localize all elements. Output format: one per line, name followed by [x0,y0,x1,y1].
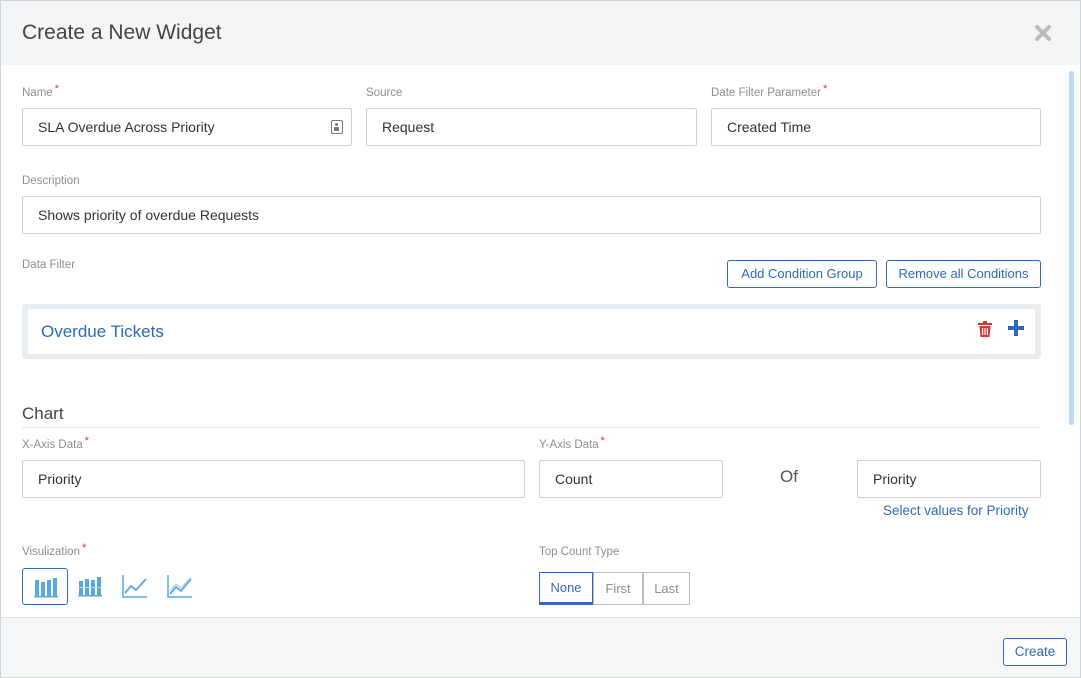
dialog-header: Create a New Widget [1,1,1080,65]
source-label: Source [366,87,403,99]
description-field[interactable]: Shows priority of overdue Requests [22,196,1041,234]
source-field[interactable]: Request [366,108,697,146]
description-label: Description [22,175,80,187]
date-filter-value: Created Time [727,119,812,135]
chart-section-title: Chart [22,404,64,423]
top-count-first-option[interactable]: First [593,572,643,605]
bar-chart-button[interactable] [22,568,68,605]
remove-all-conditions-button[interactable]: Remove all Conditions [886,260,1041,288]
name-value: SLA Overdue Across Priority [38,119,215,135]
close-icon[interactable] [1032,22,1054,44]
section-divider [22,427,1041,428]
y-axis-of-value: Priority [873,471,917,487]
x-axis-value: Priority [38,471,82,487]
create-widget-dialog: Create a New Widget Name * SLA Overdue Ac… [0,0,1081,678]
date-filter-field[interactable]: Created Time [711,108,1041,146]
condition-group-title[interactable]: Overdue Tickets [41,322,164,342]
required-marker: * [54,83,59,95]
dialog-title: Create a New Widget [22,21,222,44]
scrollbar[interactable] [1069,71,1074,425]
line-chart-icon [122,575,147,598]
dialog-footer: Create [1,617,1080,677]
source-value: Request [382,119,435,135]
trash-icon[interactable] [978,321,992,337]
add-condition-group-button[interactable]: Add Condition Group [727,260,877,288]
area-line-chart-icon [167,575,192,598]
y-axis-of-field[interactable]: Priority [857,460,1041,498]
x-axis-field[interactable]: Priority [22,460,525,498]
condition-group-panel: Overdue Tickets [28,309,1035,354]
y-axis-label: Y-Axis Data * [539,435,605,451]
y-axis-field[interactable]: Count [539,460,723,498]
name-field[interactable]: SLA Overdue Across Priority [22,108,352,146]
condition-group: Overdue Tickets [22,304,1041,359]
stacked-bar-chart-icon [78,577,102,597]
top-count-last-option[interactable]: Last [643,572,690,605]
bar-chart-icon [34,578,58,598]
required-marker: * [84,435,89,447]
required-marker: * [600,435,605,447]
create-button[interactable]: Create [1003,638,1067,666]
x-axis-label: X-Axis Data * [22,435,89,451]
line-chart-button[interactable] [112,568,158,605]
date-filter-label: Date Filter Parameter * [711,83,828,99]
required-marker: * [81,542,87,554]
required-marker: * [822,83,828,95]
visualization-label: Visulization * [22,542,87,558]
of-label: Of [780,467,798,486]
stacked-bar-chart-button[interactable] [67,568,113,605]
contact-card-icon[interactable] [331,120,343,134]
plus-icon[interactable] [1008,320,1024,336]
data-filter-label: Data Filter [22,259,76,271]
y-axis-value: Count [555,471,593,487]
top-count-none-option[interactable]: None [539,572,593,605]
description-value: Shows priority of overdue Requests [38,207,259,223]
top-count-type-label: Top Count Type [539,546,620,558]
select-values-link[interactable]: Select values for Priority [883,503,1029,518]
area-line-chart-button[interactable] [157,568,203,605]
name-label: Name * [22,83,59,99]
